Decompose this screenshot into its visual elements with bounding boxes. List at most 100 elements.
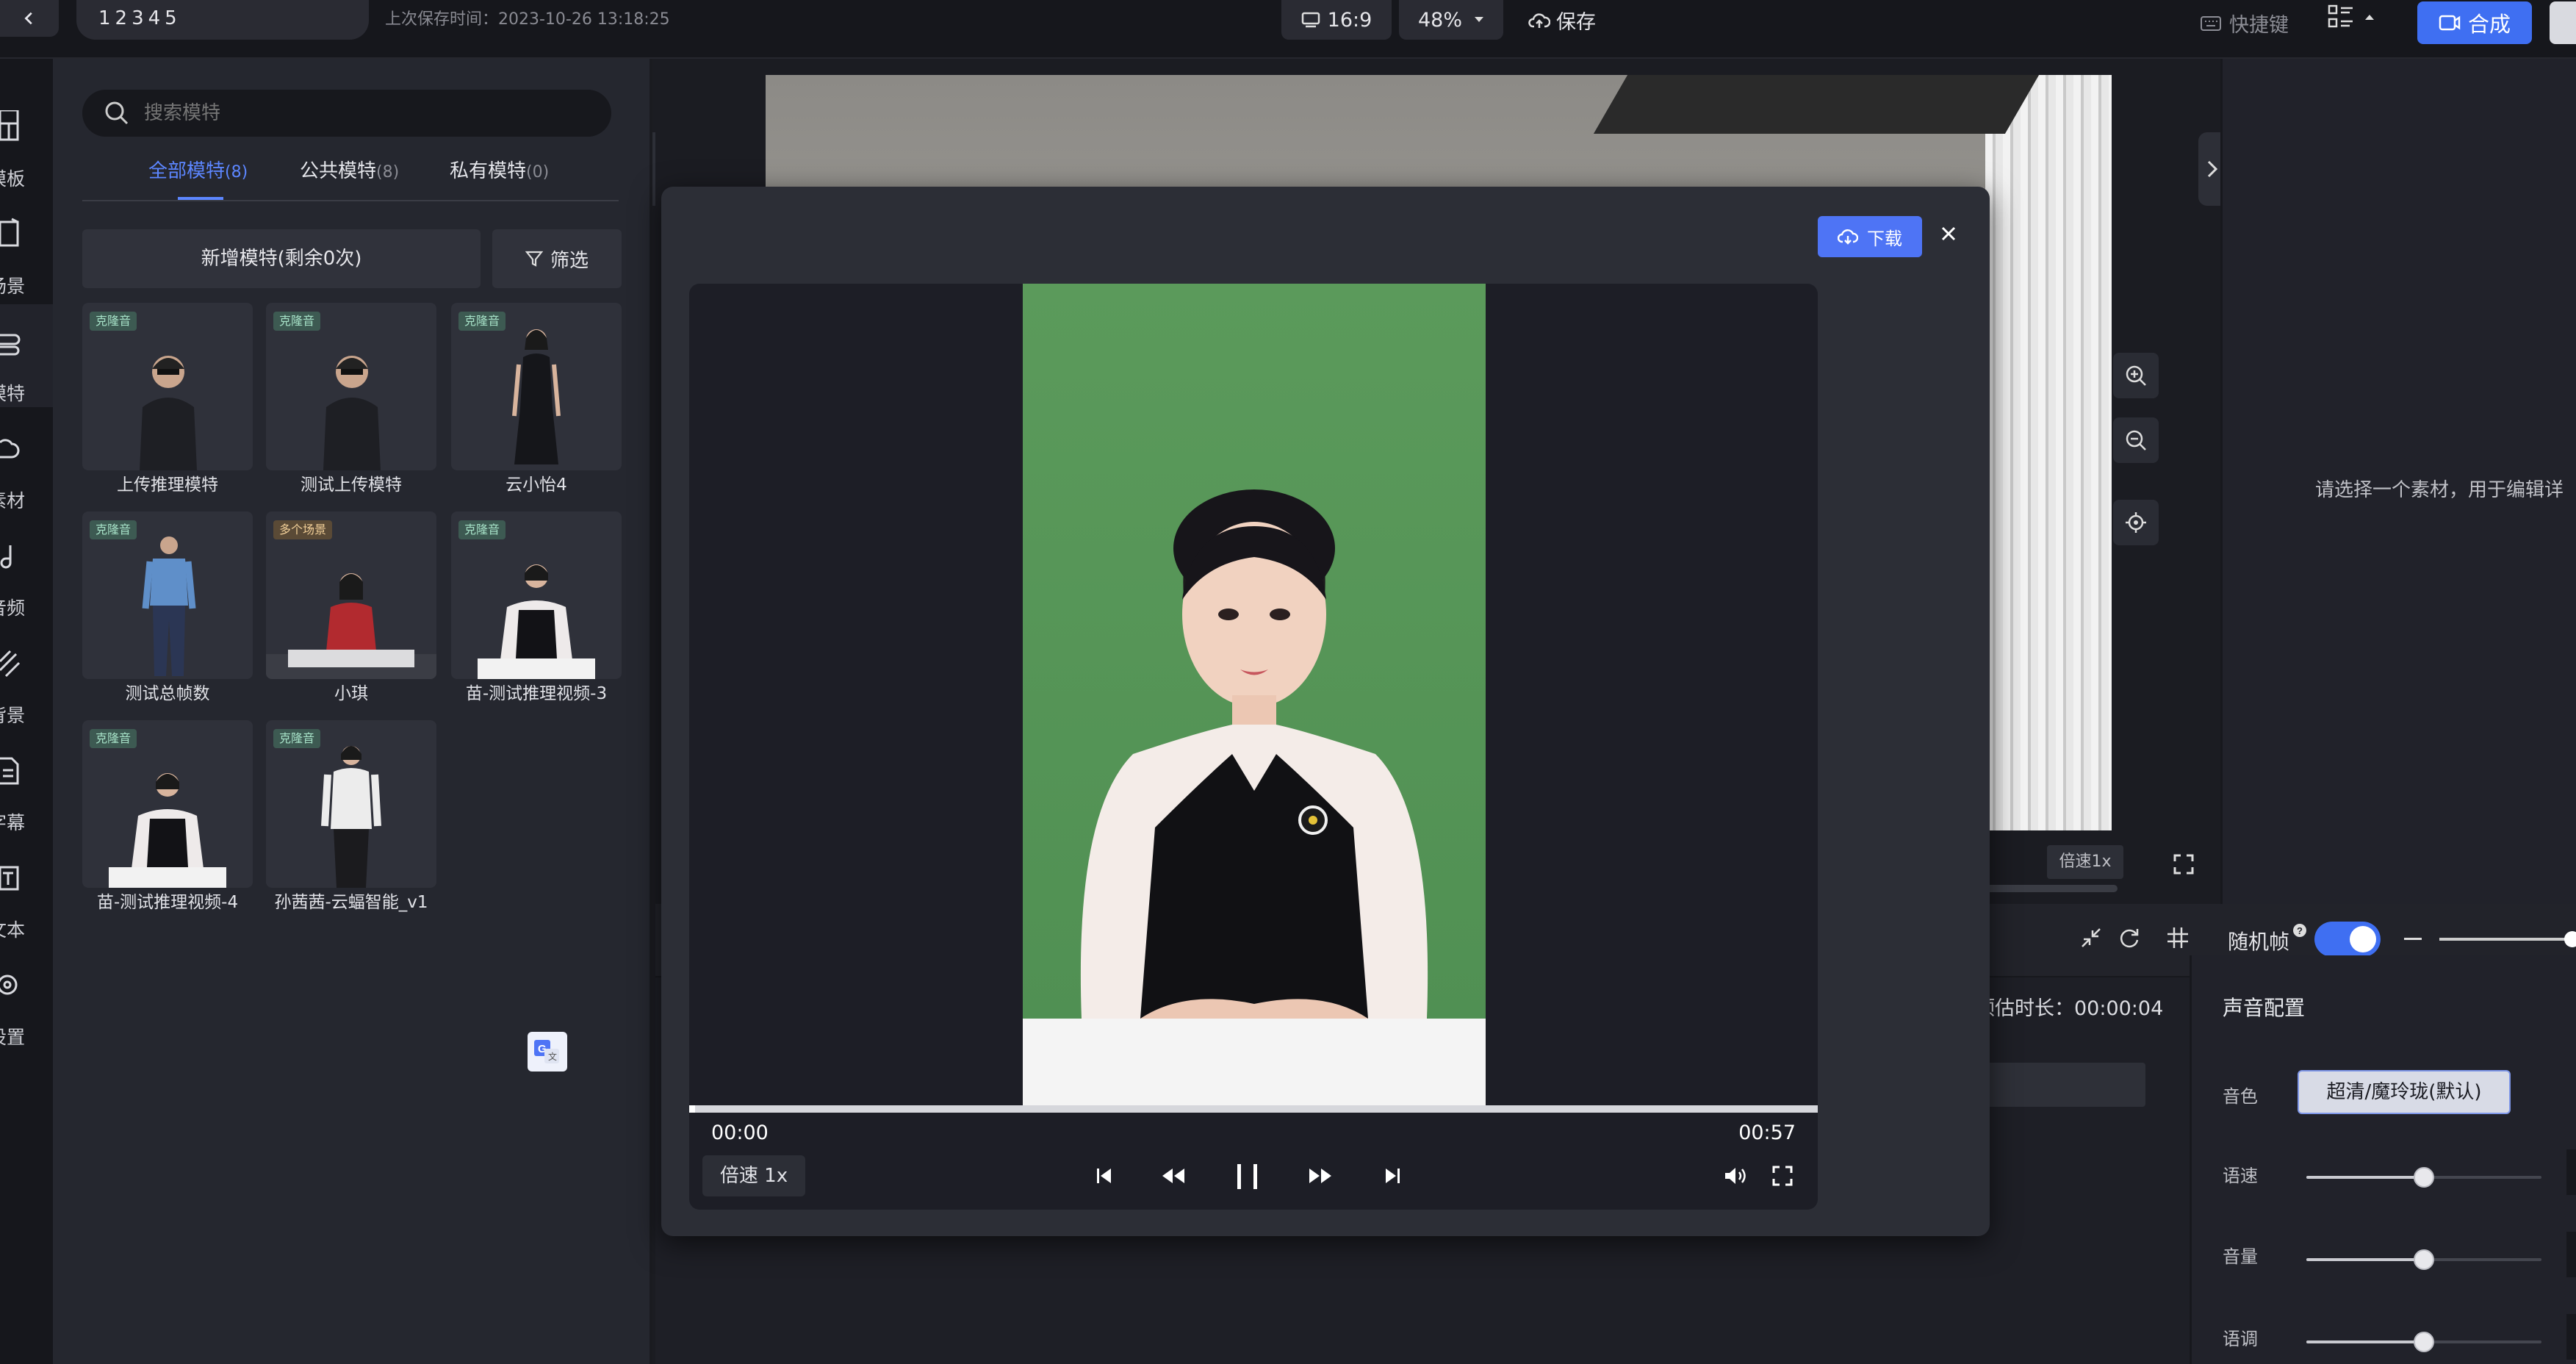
tab-label: 私有模特: [450, 160, 527, 182]
pitch-value-box[interactable]: [2566, 1314, 2576, 1360]
grid-button[interactable]: [2166, 926, 2190, 950]
skip-end-button[interactable]: [1383, 1166, 1402, 1186]
cloud-download-icon: [1838, 229, 1858, 245]
random-frame-label: 随机帧: [2228, 930, 2290, 954]
project-name-field[interactable]: 12345: [76, 0, 369, 40]
playback-speed-button[interactable]: 倍速 1x: [702, 1155, 805, 1196]
zoom-in-button[interactable]: [2113, 353, 2159, 398]
aspect-ratio-button[interactable]: 16:9: [1281, 0, 1392, 40]
rail-item-background[interactable]: 背景: [0, 626, 53, 729]
download-button[interactable]: 下载: [1818, 216, 1922, 257]
compose-button[interactable]: 合成: [2417, 1, 2532, 44]
add-model-button[interactable]: 新增模特(剩余0次): [82, 229, 481, 288]
video-frame[interactable]: [1023, 284, 1486, 1105]
fullscreen-icon: [1772, 1166, 1793, 1186]
video-compose-icon: [2439, 15, 2461, 31]
keyboard-icon: [2201, 15, 2221, 31]
svg-text:?: ?: [2297, 925, 2303, 936]
pitch-slider[interactable]: [2306, 1332, 2541, 1352]
close-icon: [1941, 226, 1956, 241]
tabs-divider: [82, 200, 619, 201]
tab-private-models[interactable]: 私有模特(0): [450, 156, 549, 183]
canvas-speed-button[interactable]: 倍速1x: [2047, 845, 2123, 879]
zoom-out-button[interactable]: [2113, 417, 2159, 463]
model-card[interactable]: 克隆音: [451, 303, 622, 470]
window-blinds: [1985, 75, 2112, 830]
clone-voice-badge: 克隆音: [458, 520, 506, 539]
download-label: 下载: [1867, 228, 1902, 249]
pause-icon: [1237, 1164, 1257, 1189]
random-frame-toggle[interactable]: [2314, 922, 2381, 957]
filter-button[interactable]: 筛选: [492, 229, 622, 288]
shortcut-button[interactable]: 快捷键: [2200, 9, 2289, 37]
speed-value-box[interactable]: [2566, 1149, 2576, 1195]
pause-button[interactable]: [1234, 1163, 1261, 1191]
cloud-upload-icon: [1528, 12, 1550, 28]
tab-count: (0): [526, 163, 550, 182]
rail-item-audio[interactable]: 音频: [0, 519, 53, 622]
rewind-icon: [1162, 1169, 1184, 1183]
model-card[interactable]: 克隆音: [266, 303, 436, 470]
zoom-dropdown[interactable]: 48%: [1399, 0, 1503, 40]
refresh-button[interactable]: [2118, 926, 2141, 950]
rail-label: 场景: [0, 276, 25, 297]
background-icon: [0, 650, 21, 678]
tab-count: (8): [376, 163, 400, 182]
search-box[interactable]: [82, 90, 611, 137]
skip-start-icon: [1097, 1169, 1111, 1183]
rail-item-settings[interactable]: 设置: [0, 948, 53, 1051]
toggle-knob: [2350, 926, 2376, 952]
rewind-button[interactable]: [1159, 1166, 1186, 1186]
settings-icon: [0, 974, 18, 995]
collapse-icon-button[interactable]: [2079, 926, 2103, 950]
slider-minus-icon[interactable]: [2404, 938, 2422, 940]
volume-slider[interactable]: [2306, 1249, 2541, 1270]
pitch-label: 语调: [2223, 1329, 2258, 1349]
text-icon: [0, 866, 19, 891]
fast-forward-button[interactable]: [1308, 1166, 1334, 1186]
timeline-track[interactable]: [1975, 1063, 2145, 1107]
rail-item-scene[interactable]: 场景: [0, 197, 53, 300]
speech-speed-slider[interactable]: [2306, 1167, 2541, 1188]
save-button[interactable]: 保存: [1528, 6, 1596, 35]
search-input[interactable]: [144, 102, 555, 124]
model-card[interactable]: 克隆音: [266, 720, 436, 888]
player-fullscreen-button[interactable]: [1772, 1166, 1793, 1186]
caret-down-icon: [1475, 17, 1483, 22]
properties-panel: 请选择一个素材，用于编辑详: [2220, 59, 2576, 904]
model-card[interactable]: 克隆音: [451, 512, 622, 679]
canvas-fullscreen-button[interactable]: [2173, 854, 2194, 875]
rail-item-text[interactable]: 文本: [0, 841, 53, 944]
model-name: 上传推理模特: [117, 475, 218, 495]
model-card[interactable]: 克隆音: [82, 720, 253, 888]
zoom-in-icon: [2126, 365, 2146, 386]
grid-icon: [2167, 927, 2188, 948]
tab-public-models[interactable]: 公共模特(8): [300, 156, 399, 183]
material-icon: [0, 439, 20, 459]
volume-button[interactable]: [1724, 1166, 1749, 1186]
rail-item-model[interactable]: 模特: [0, 304, 53, 407]
speed-label: 语速: [2223, 1166, 2258, 1186]
timbre-select[interactable]: 超清/魔玲珑(默认): [2298, 1070, 2511, 1114]
tab-all-models[interactable]: 全部模特(8): [148, 156, 248, 183]
volume-value-box[interactable]: [2566, 1232, 2576, 1277]
model-card[interactable]: 克隆音: [82, 512, 253, 679]
more-button[interactable]: [2550, 1, 2576, 44]
layout-toggle-button[interactable]: [2328, 4, 2375, 29]
volume-icon: [1725, 1168, 1746, 1184]
rail-item-material[interactable]: 素材: [0, 412, 53, 514]
locate-button[interactable]: [2113, 500, 2159, 545]
progress-bar[interactable]: [689, 1105, 1818, 1113]
translate-icon[interactable]: G文: [528, 1032, 567, 1072]
skip-start-button[interactable]: [1095, 1166, 1114, 1186]
rail-item-subtitle[interactable]: 字幕: [0, 733, 53, 836]
model-card[interactable]: 多个场景: [266, 512, 436, 679]
model-card[interactable]: 克隆音: [82, 303, 253, 470]
close-modal-button[interactable]: [1938, 223, 1959, 244]
rail-label: 模特: [0, 383, 25, 404]
compose-label: 合成: [2467, 12, 2511, 37]
rail-item-template[interactable]: 模板: [0, 90, 53, 193]
back-button[interactable]: [0, 0, 59, 37]
zoom-track[interactable]: [2439, 931, 2576, 947]
help-icon: ?: [2293, 924, 2306, 937]
